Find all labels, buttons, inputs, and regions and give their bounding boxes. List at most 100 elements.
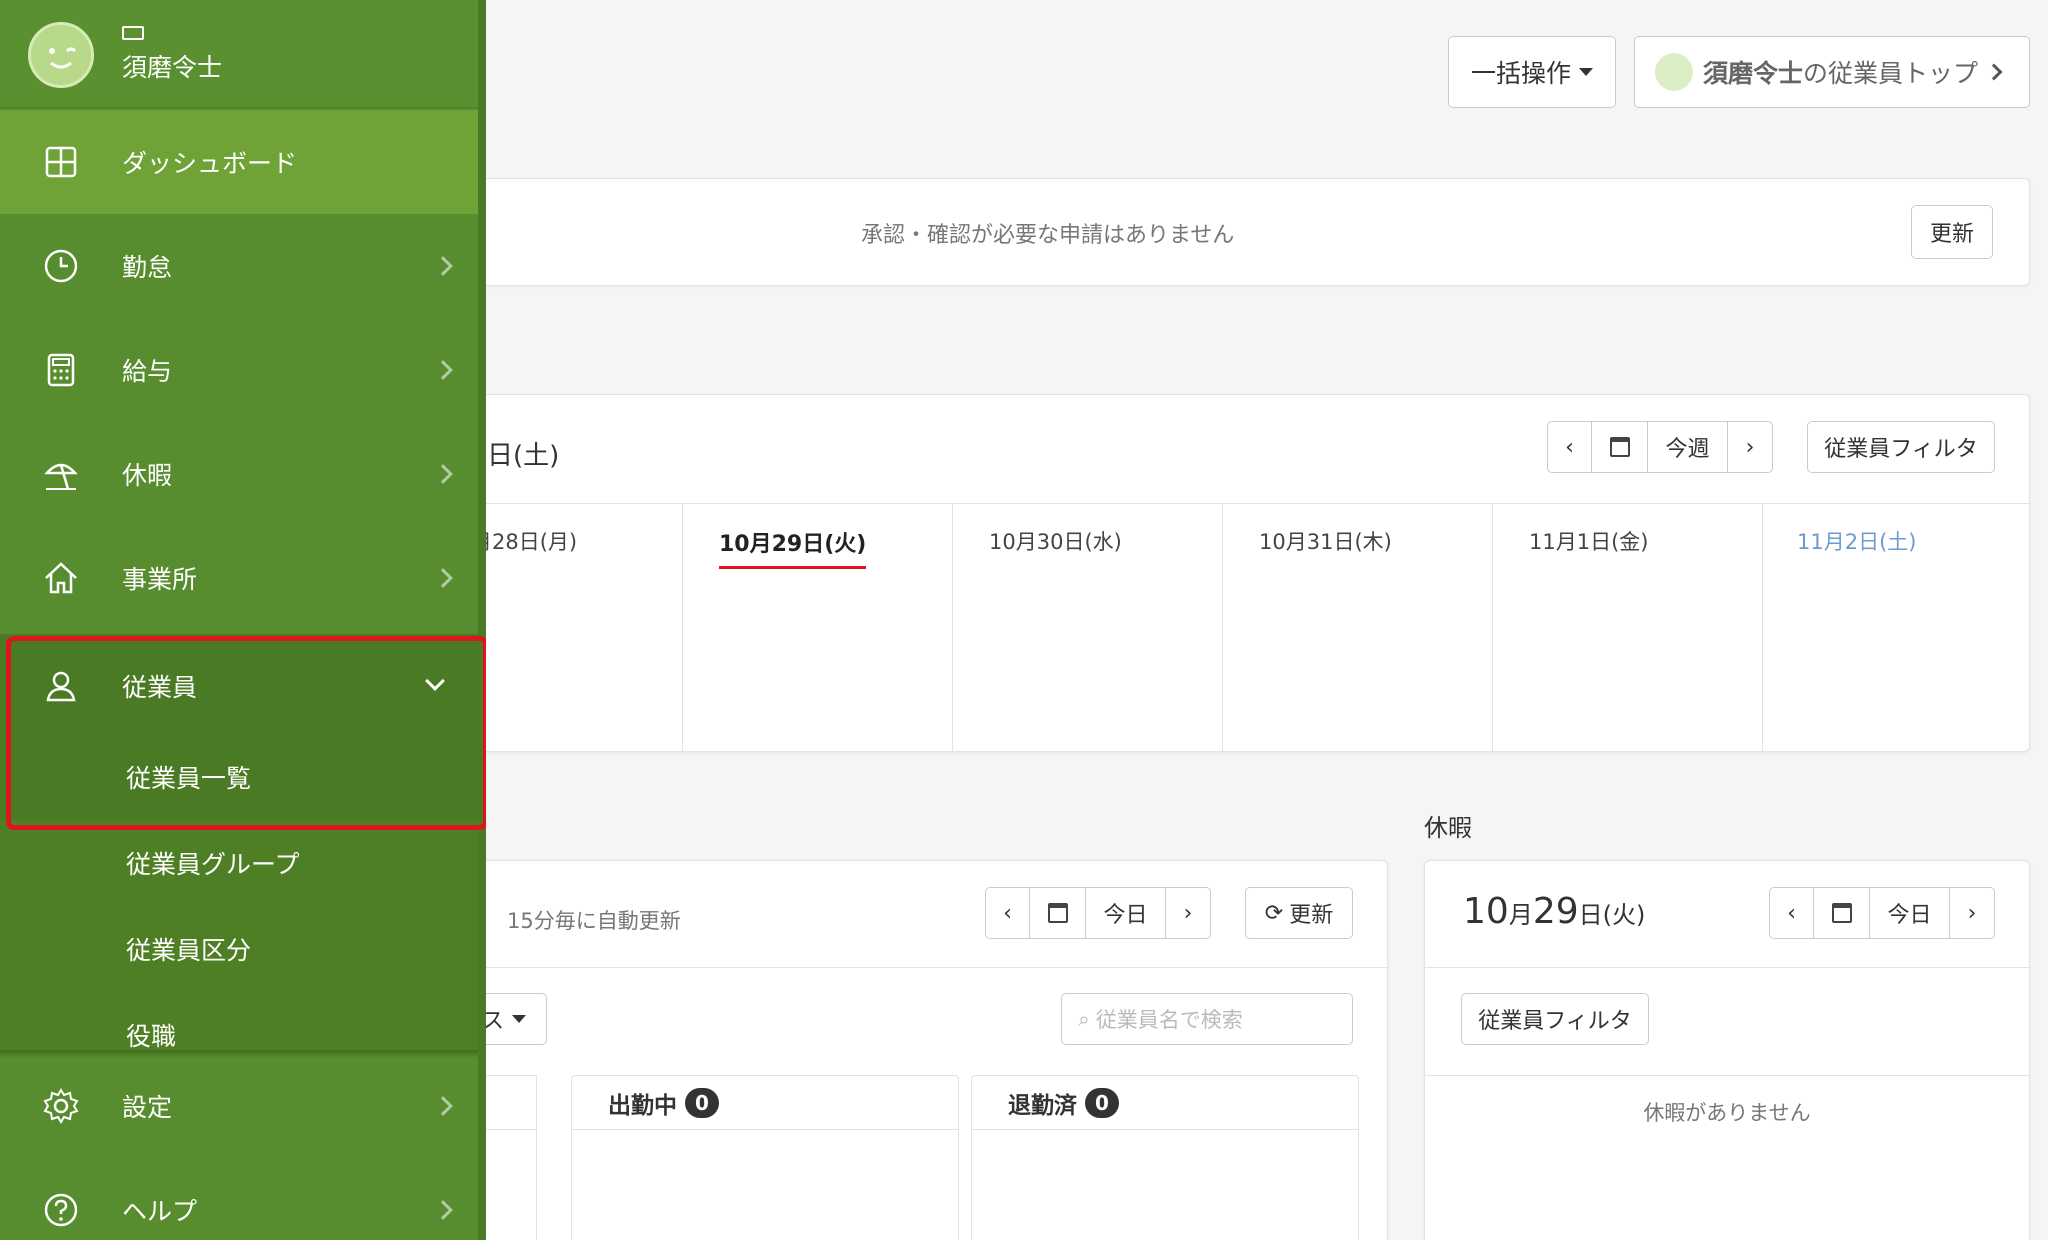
sidebar-item-attendance[interactable]: 勤怠 [0,214,478,318]
sidebar-item-label: 設定 [122,1093,173,1122]
day-label: 10月30日(水) [989,530,1122,554]
chevron-right-icon [433,1200,453,1220]
sidebar-item-payroll[interactable]: 給与 [0,318,478,422]
smiley-icon [1655,53,1693,91]
sidebar-scrollbar[interactable] [478,0,486,1240]
submenu-label: 従業員グループ [126,850,300,879]
status-title: 出勤中 [608,1092,677,1119]
schedule-days-row: 月28日(月) 10月29日(火) 10月30日(水) 10月31日(木) 11… [301,503,2029,752]
avatar [28,22,94,88]
chevron-left-icon: ‹ [1003,900,1012,926]
attendance-today-label: 今日 [1103,903,1148,928]
sidebar-item-dashboard[interactable]: ダッシュボード [0,110,478,214]
schedule-filter-button[interactable]: 従業員フィルタ [1807,421,1995,473]
attendance-refresh-label: 更新 [1289,903,1334,928]
sidebar-item-settings[interactable]: 設定 [0,1054,478,1158]
status-column: 出勤中 0 [571,1075,959,1240]
sidebar-item-label: 勤怠 [122,253,173,282]
highlight-box [6,636,486,830]
chevron-left-icon: ‹ [1565,434,1574,460]
day-column: 10月31日(木) [1223,504,1493,752]
beach-umbrella-icon [44,463,78,490]
leave-next-button[interactable]: › [1950,888,1994,938]
approvals-message: 承認・確認が必要な申請はありません [861,223,1235,248]
day-column: 11月1日(金) [1493,504,1763,752]
status-count-badge: 0 [685,1087,719,1118]
schedule-this-week-button[interactable]: 今週 [1648,422,1728,472]
search-icon: ⌕ [1078,1006,1090,1031]
leave-date-suffix: 日(火) [1578,901,1646,929]
day-label-today: 10月29日(火) [719,526,867,569]
status-column-partial [481,1075,537,1240]
sidebar-item-label: ダッシュボード [122,149,298,178]
attendance-day-nav: ‹ 今日 › [985,887,1211,939]
day-label: 10月31日(木) [1259,530,1392,554]
sidebar-item-leave[interactable]: 休暇 [0,422,478,526]
leave-section-title: 休暇 [1424,814,1472,842]
chevron-right-icon [433,568,453,588]
leave-card: 10月29日(火) ‹ 今日 › 従業員フィルタ 休暇がありません [1424,860,2030,1240]
sidebar-item-office[interactable]: 事業所 [0,526,478,630]
calendar-icon [1047,903,1068,923]
home-icon [45,562,77,594]
day-column: 10月30日(水) [953,504,1223,752]
attendance-today-button[interactable]: 今日 [1086,888,1166,938]
attendance-next-button[interactable]: › [1166,888,1210,938]
leave-empty-message: 休暇がありません [1643,1101,1811,1125]
leave-today-button[interactable]: 今日 [1870,888,1950,938]
clock-icon [44,249,78,283]
employee-search-input[interactable]: ⌕ 従業員名で検索 [1061,993,1353,1045]
day-column: 10月29日(火) [683,504,953,752]
status-column: 退勤済 0 [971,1075,1359,1240]
schedule-prev-button[interactable]: ‹ [1548,422,1592,472]
submenu-employee-categories[interactable]: 従業員区分 [0,906,478,992]
status-title: 退勤済 [1008,1092,1077,1119]
sidebar-user-name: 須磨令士 [122,53,223,82]
schedule-calendar-button[interactable] [1592,422,1648,472]
bulk-action-label: 一括操作 [1470,59,1571,88]
submenu-label: 役職 [126,1022,177,1051]
search-placeholder: 従業員名で検索 [1095,1008,1243,1032]
leave-date-month: 10 [1463,891,1509,932]
leave-prev-button[interactable]: ‹ [1770,888,1814,938]
help-icon [44,1193,78,1227]
schedule-filter-label: 従業員フィルタ [1824,437,1978,462]
chevron-right-icon [433,256,453,276]
status-count-badge: 0 [1085,1087,1119,1118]
chevron-right-icon [433,464,453,484]
leave-filter-button[interactable]: 従業員フィルタ [1461,993,1649,1045]
leave-date-month-unit: 月 [1508,901,1533,929]
this-week-label: 今週 [1665,437,1710,462]
calendar-icon [1609,437,1630,457]
employee-top-name: 須磨令士 [1703,59,1804,88]
submenu-employee-groups[interactable]: 従業員グループ [0,820,478,906]
employee-top-button[interactable]: 須磨令士 の従業員トップ [1634,36,2030,108]
chevron-right-icon [433,1096,453,1116]
leave-today-label: 今日 [1887,903,1932,928]
leave-calendar-button[interactable] [1814,888,1870,938]
leave-date: 10月29日(火) [1463,891,1645,932]
chevron-right-icon: › [1967,900,1977,926]
day-label-saturday: 11月2日(土) [1797,530,1917,554]
sidebar-item-label: 給与 [122,357,173,386]
attendance-prev-button[interactable]: ‹ [986,888,1030,938]
schedule-card: 日(土) ‹ 今週 › 従業員フィルタ 月28日(月) 10月29日(火) 10… [300,394,2030,752]
sidebar-item-label: 休暇 [122,461,173,490]
bulk-action-button[interactable]: 一括操作 [1448,36,1616,108]
leave-date-day: 29 [1532,891,1579,932]
caret-down-icon [1579,68,1593,76]
day-label: 月28日(月) [471,530,578,554]
attendance-calendar-button[interactable] [1030,888,1086,938]
attendance-refresh-button[interactable]: ⟳ 更新 [1245,887,1353,939]
sidebar: 須磨令士 ダッシュボード 勤怠 給与 休暇 事業所 従業員 従業員一覧 従業員グ… [0,0,486,1240]
sidebar-item-label: ヘルプ [122,1197,198,1226]
sidebar-item-help[interactable]: ヘルプ [0,1158,478,1240]
approvals-refresh-button[interactable]: 更新 [1911,205,1993,259]
chevron-right-icon: › [1183,900,1193,926]
schedule-next-button[interactable]: › [1728,422,1772,472]
gear-icon [43,1088,79,1124]
day-column: 11月2日(土) [1763,504,2029,752]
auto-refresh-text: 15分毎に自動更新 [507,909,681,933]
user-header[interactable]: 須磨令士 [0,0,478,108]
employee-top-suffix: の従業員トップ [1803,59,1979,88]
